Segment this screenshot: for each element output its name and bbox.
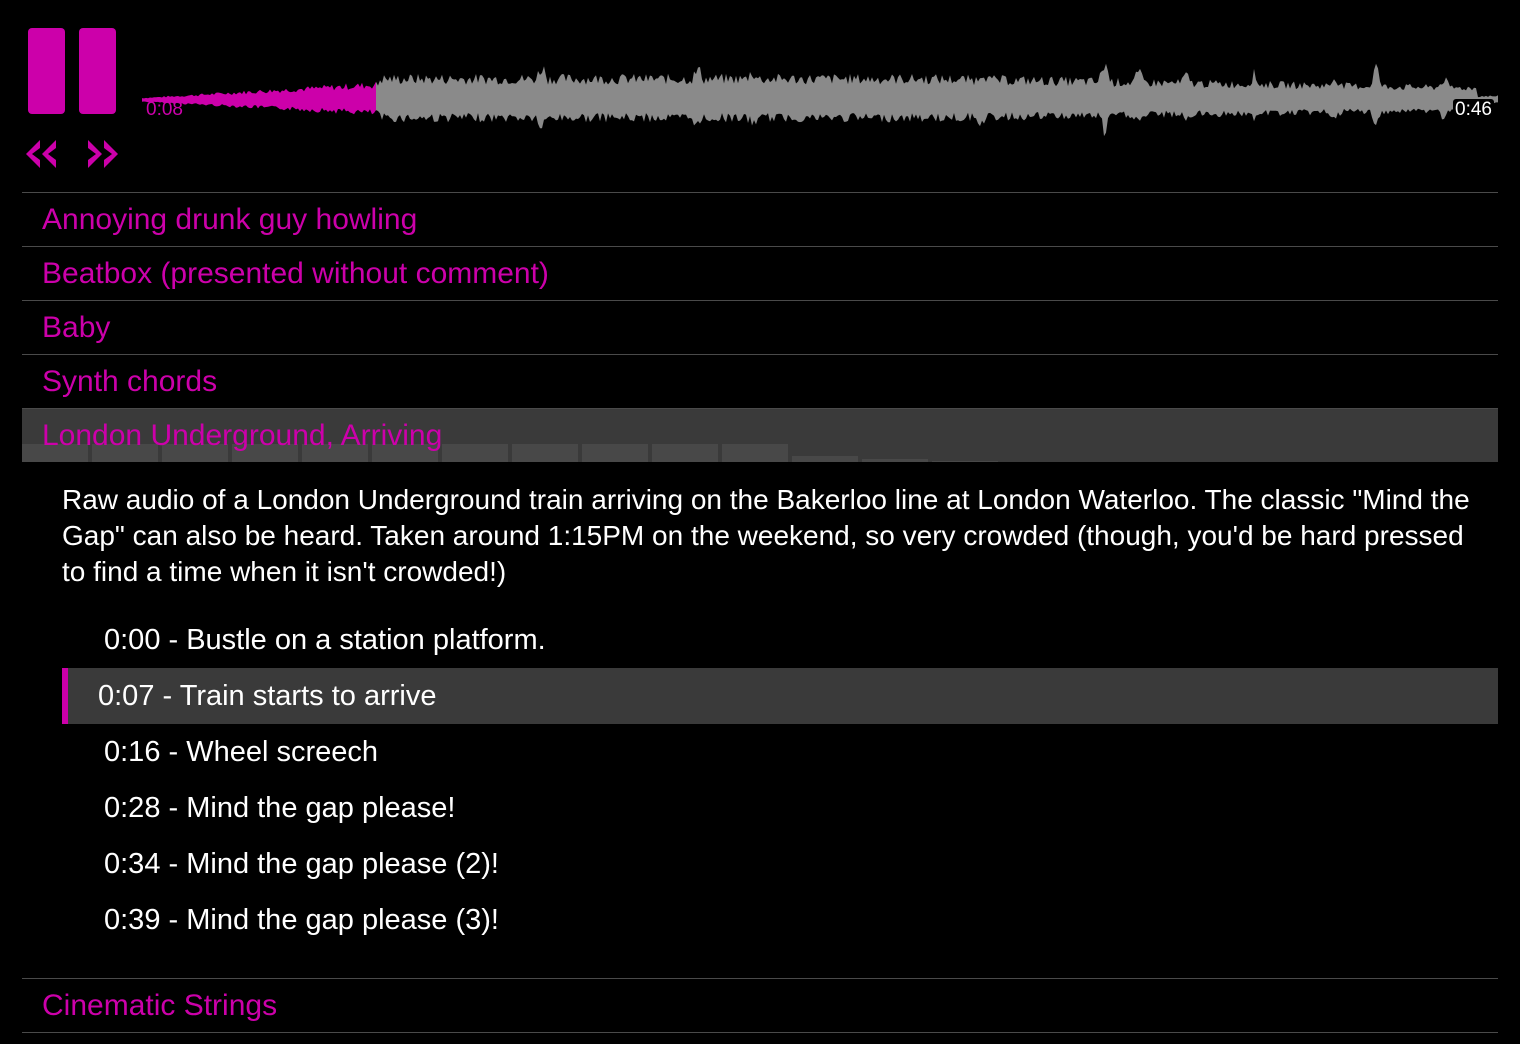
track-item: Annoying drunk guy howling [22,192,1498,246]
track-description: Raw audio of a London Underground train … [62,484,1470,587]
track-title-link[interactable]: Annoying drunk guy howling [22,193,1498,246]
chapter-list: 0:00 - Bustle on a station platform. 0:0… [62,612,1498,948]
chapter-item[interactable]: 0:39 - Mind the gap please (3)! [62,892,1498,948]
waveform-seek-bar[interactable] [142,40,1498,150]
track-details: Raw audio of a London Underground train … [22,462,1498,978]
track-title-text: Synth chords [42,365,218,398]
double-chevron-left-icon [26,140,56,168]
total-time: 0:46 [1453,99,1494,121]
rewind-button[interactable] [24,138,60,170]
track-title-text: Annoying drunk guy howling [42,203,418,236]
track-title-link[interactable]: Synth chords [22,355,1498,408]
track-title-link[interactable]: Baby [22,301,1498,354]
double-chevron-right-icon [88,140,118,168]
forward-button[interactable] [84,138,120,170]
waveform-unplayed [376,63,1498,137]
chapter-item[interactable]: 0:28 - Mind the gap please! [62,780,1498,836]
track-title-text: Baby [42,311,111,344]
track-title-text: Cinematic Strings [42,989,278,1022]
track-title-text: London Underground, Arriving [42,419,443,452]
track-title-link[interactable]: London Underground, Arriving [22,409,1498,462]
chapter-item[interactable]: 0:16 - Wheel screech [62,724,1498,780]
track-item: Baby [22,300,1498,354]
track-item: Synth chords [22,354,1498,408]
track-list: Annoying drunk guy howling Beatbox (pres… [22,192,1498,1033]
chapter-item[interactable]: 0:34 - Mind the gap please (2)! [62,836,1498,892]
track-item-active: London Underground, Arriving Raw audio o… [22,408,1498,978]
waveform-graphic [142,63,1498,137]
audio-player: 0:08 0:46 [0,0,1520,190]
track-item: Cinematic Strings [22,978,1498,1033]
pause-icon-left-bar [28,28,65,114]
track-title-text: Beatbox (presented without comment) [42,257,549,290]
track-title-link[interactable]: Cinematic Strings [22,979,1498,1032]
chapter-item-current[interactable]: 0:07 - Train starts to arrive [62,668,1498,724]
track-item: Beatbox (presented without comment) [22,246,1498,300]
pause-icon-right-bar [79,28,116,114]
track-title-link[interactable]: Beatbox (presented without comment) [22,247,1498,300]
chapter-item[interactable]: 0:00 - Bustle on a station platform. [62,612,1498,668]
current-time: 0:08 [146,99,183,120]
pause-button[interactable] [28,28,116,114]
